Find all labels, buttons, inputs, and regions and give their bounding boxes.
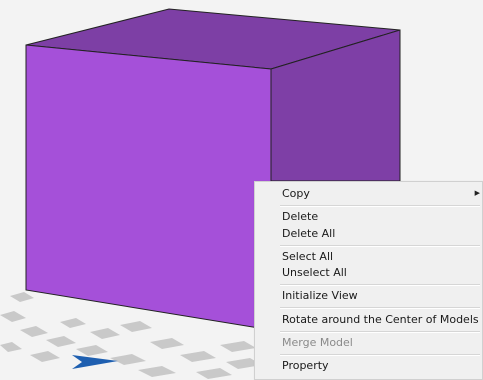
menu-item-copy[interactable]: Copy ▶ [256, 185, 481, 202]
menu-item-label: Merge Model [282, 336, 353, 349]
menu-item-select-all[interactable]: Select All [256, 248, 481, 265]
menu-item-unselect-all[interactable]: Unselect All [256, 264, 481, 281]
axis-arrow-icon [72, 355, 118, 369]
menu-item-label: Property [282, 359, 329, 372]
menu-item-merge-model: Merge Model [256, 334, 481, 351]
menu-separator [280, 205, 480, 207]
menu-item-rotate-around-center[interactable]: Rotate around the Center of Models [256, 311, 481, 328]
menu-separator [280, 245, 480, 247]
menu-item-property[interactable]: Property [256, 357, 481, 374]
menu-item-label: Rotate around the Center of Models [282, 313, 479, 326]
menu-item-label: Select All [282, 250, 334, 263]
menu-separator [280, 331, 480, 333]
menu-item-label: Initialize View [282, 289, 358, 302]
menu-item-initialize-view[interactable]: Initialize View [256, 287, 481, 304]
menu-item-label: Delete All [282, 227, 336, 240]
submenu-arrow-icon: ▶ [474, 189, 480, 197]
menu-separator [280, 354, 480, 356]
menu-separator [280, 307, 480, 309]
menu-separator [280, 284, 480, 286]
menu-item-label: Copy [282, 187, 310, 200]
menu-item-label: Delete [282, 210, 319, 223]
cube-front-face [25, 44, 272, 331]
menu-item-label: Unselect All [282, 266, 347, 279]
menu-item-delete-all[interactable]: Delete All [256, 225, 481, 242]
menu-item-delete[interactable]: Delete [256, 208, 481, 225]
context-menu: Copy ▶ Delete Delete All Select All Unse… [254, 181, 483, 380]
